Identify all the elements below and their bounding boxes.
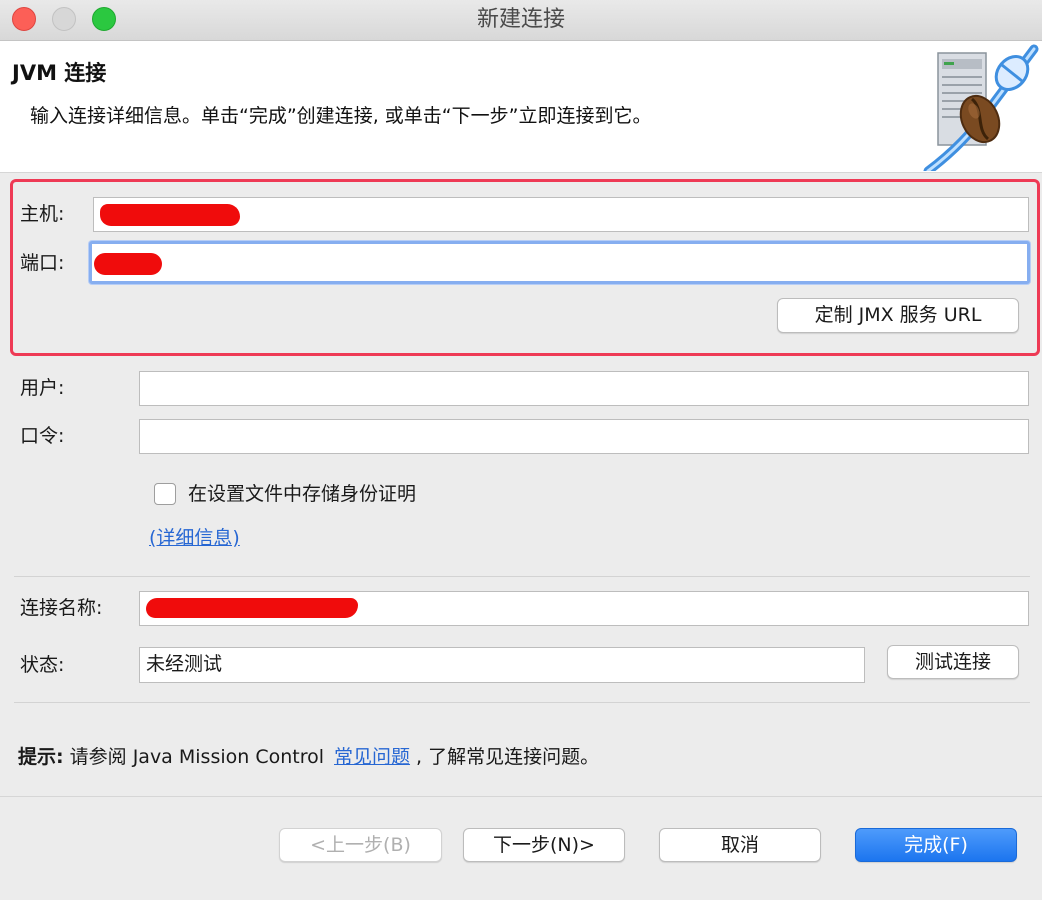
back-button[interactable]: <上一步(B) [279,828,442,862]
store-credentials-checkbox[interactable] [154,483,176,505]
port-label: 端口: [20,252,65,274]
port-input[interactable] [89,241,1030,284]
test-connection-button[interactable]: 测试连接 [887,645,1019,679]
page-description: 输入连接详细信息。单击“完成”创建连接, 或单击“下一步”立即连接到它。 [30,105,652,127]
hint-prefix: 提示: [18,746,64,768]
port-redaction [94,253,162,275]
page-title: JVM 连接 [12,61,107,85]
connection-name-redaction [146,598,358,618]
host-redaction [100,204,240,226]
host-label: 主机: [20,203,65,225]
header-banner: JVM 连接 输入连接详细信息。单击“完成”创建连接, 或单击“下一步”立即连接… [0,41,1042,173]
window-title: 新建连接 [476,7,565,32]
cancel-button[interactable]: 取消 [659,828,821,862]
new-connection-dialog: 新建连接 JVM 连接 输入连接详细信息。单击“完成”创建连接, 或单击“下一步… [0,0,1042,900]
faq-link[interactable]: 常见问题 [334,746,410,768]
status-value: 未经测试 [139,647,865,683]
password-label: 口令: [20,425,65,447]
hint-text-before: 请参阅 Java Mission Control [69,746,325,768]
jvm-coffee-server-icon [923,44,1039,171]
custom-jmx-url-button[interactable]: 定制 JMX 服务 URL [777,298,1019,333]
user-label: 用户: [20,377,65,399]
status-label: 状态: [20,654,65,676]
section-divider [14,576,1030,577]
hint-text: 提示: 请参阅 Java Mission Control 常见问题 , 了解常见连接… [18,742,599,772]
hint-text-after: , 了解常见连接问题。 [416,746,600,768]
footer-divider [0,796,1042,797]
title-bar[interactable]: 新建连接 [0,0,1042,41]
hint-divider [14,702,1030,703]
connection-name-label: 连接名称: [20,597,103,619]
password-input[interactable] [139,419,1029,454]
finish-button[interactable]: 完成(F) [855,828,1017,862]
user-input[interactable] [139,371,1029,406]
details-link[interactable]: (详细信息) [149,523,240,553]
next-button[interactable]: 下一步(N)> [463,828,625,862]
store-credentials-label[interactable]: 在设置文件中存储身份证明 [188,479,416,509]
